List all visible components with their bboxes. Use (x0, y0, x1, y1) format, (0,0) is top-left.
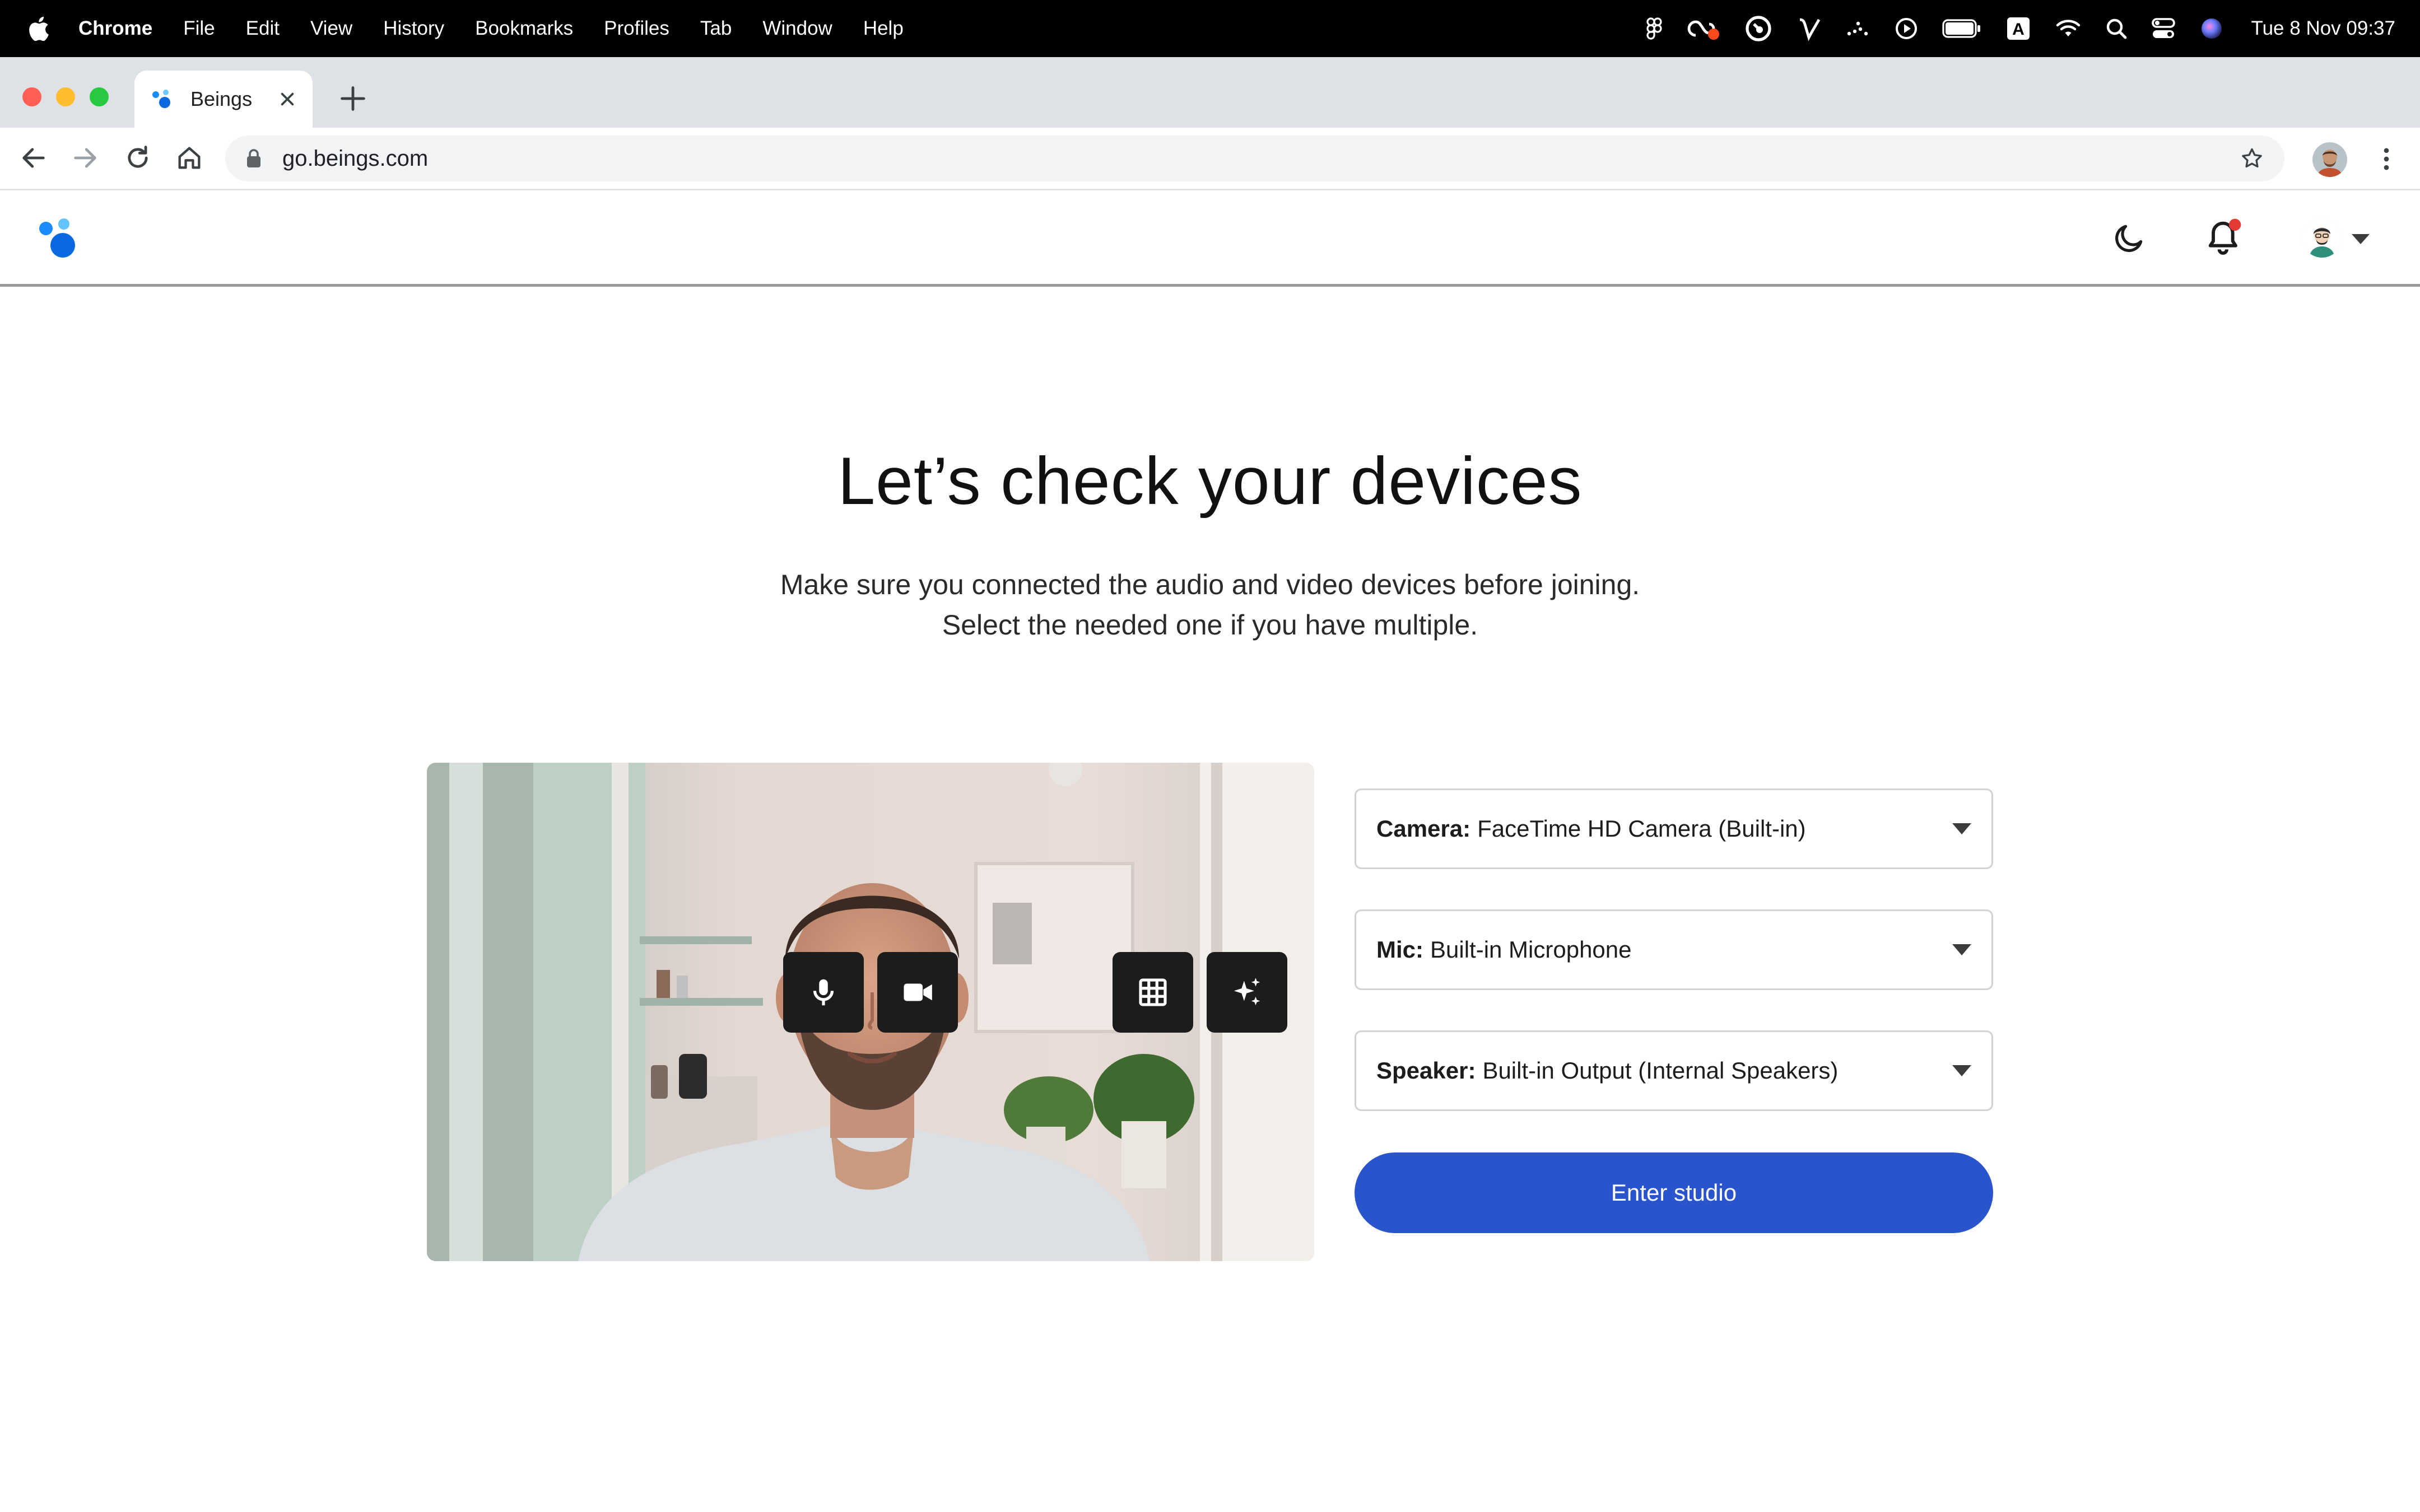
speaker-select-value: Built-in Output (Internal Speakers) (1482, 1057, 1839, 1084)
figma-icon[interactable] (1646, 17, 1662, 40)
chrome-profile-avatar[interactable] (2312, 142, 2347, 177)
user-avatar[interactable] (2302, 218, 2342, 258)
new-tab-icon[interactable] (338, 84, 367, 113)
chevron-down-icon (1952, 944, 1971, 955)
beings-logo-icon[interactable] (38, 216, 81, 261)
tab-close-icon[interactable] (279, 91, 296, 108)
mic-select[interactable]: Mic: Built-in Microphone (1355, 909, 1993, 990)
page-title: Let’s check your devices (837, 444, 1583, 519)
menu-view[interactable]: View (310, 17, 352, 40)
menu-help[interactable]: Help (863, 17, 904, 40)
menu-edit[interactable]: Edit (246, 17, 280, 40)
camera-select-value: FaceTime HD Camera (Built-in) (1477, 815, 1806, 842)
creative-cloud-icon[interactable] (1687, 16, 1720, 41)
menu-clock[interactable]: Tue 8 Nov 09:37 (2251, 17, 2395, 40)
camera-select-label: Camera: (1376, 815, 1471, 842)
dots-icon[interactable] (1846, 20, 1870, 37)
bookmark-star-icon[interactable] (2240, 146, 2264, 171)
window-minimize-button[interactable] (56, 87, 75, 106)
chevron-down-icon (1952, 1065, 1971, 1076)
camera-select[interactable]: Camera: FaceTime HD Camera (Built-in) (1355, 788, 1993, 869)
subtitle-line-2: Select the needed one if you have multip… (942, 609, 1478, 641)
window-close-button[interactable] (22, 87, 41, 106)
home-icon[interactable] (175, 143, 204, 172)
video-camera-icon (904, 983, 932, 1001)
menu-profiles[interactable]: Profiles (604, 17, 669, 40)
control-center-icon[interactable] (2151, 18, 2175, 39)
menu-file[interactable]: File (183, 17, 215, 40)
notifications-bell-icon[interactable] (2205, 217, 2244, 258)
back-arrow-icon[interactable] (19, 143, 48, 172)
menu-window[interactable]: Window (762, 17, 832, 40)
menu-bookmarks[interactable]: Bookmarks (475, 17, 573, 40)
mic-select-value: Built-in Microphone (1430, 936, 1632, 963)
address-bar[interactable]: go.beings.com (225, 136, 2284, 181)
beings-favicon-icon (152, 90, 170, 108)
spotlight-icon[interactable] (2106, 18, 2127, 39)
reload-icon[interactable] (123, 143, 152, 172)
chevron-down-icon (1952, 823, 1971, 834)
app-header (0, 190, 2420, 287)
window-zoom-button[interactable] (90, 87, 109, 106)
chrome-menu-kebab-icon[interactable] (2372, 144, 2401, 174)
notification-dot (2229, 218, 2241, 231)
url-text[interactable]: go.beings.com (282, 146, 2240, 171)
input-source-icon[interactable]: A (2006, 16, 2031, 41)
apple-icon[interactable] (26, 15, 50, 42)
lock-icon[interactable] (245, 148, 262, 169)
play-icon[interactable] (1895, 17, 1918, 40)
browser-tab-strip: Beings (0, 57, 2420, 128)
menu-tab[interactable]: Tab (700, 17, 732, 40)
dark-mode-moon-icon[interactable] (2112, 221, 2147, 255)
wifi-icon[interactable] (2055, 18, 2081, 39)
microphone-icon (813, 979, 834, 1006)
menu-history[interactable]: History (383, 17, 444, 40)
mic-select-label: Mic: (1376, 936, 1423, 963)
visual-effects-button[interactable] (1207, 952, 1287, 1033)
macos-menu-bar: Chrome File Edit View History Bookmarks … (0, 0, 2420, 57)
page-subtitle: Make sure you connected the audio and vi… (0, 564, 2420, 645)
browser-tab[interactable]: Beings (134, 71, 313, 128)
tab-title: Beings (190, 87, 253, 110)
sparkle-effects-icon (1234, 978, 1260, 1006)
clockify-icon[interactable] (1745, 15, 1772, 42)
battery-icon (1942, 19, 1981, 38)
siri-icon[interactable] (2200, 17, 2223, 40)
input-source-letter: A (2012, 20, 2025, 39)
speaker-select-label: Speaker: (1376, 1057, 1476, 1084)
toggle-mic-button[interactable] (783, 952, 864, 1033)
subtitle-line-1: Make sure you connected the audio and vi… (780, 569, 1640, 600)
user-menu-chevron-down-icon[interactable] (2351, 233, 2371, 245)
browser-toolbar: go.beings.com (0, 128, 2420, 190)
toggle-camera-button[interactable] (877, 952, 958, 1033)
forward-arrow-icon[interactable] (71, 143, 100, 172)
vectorworks-icon[interactable] (1797, 16, 1821, 41)
speaker-select[interactable]: Speaker: Built-in Output (Internal Speak… (1355, 1030, 1993, 1111)
grid-layout-icon (1139, 978, 1167, 1006)
layout-grid-button[interactable] (1113, 952, 1193, 1033)
enter-studio-button[interactable]: Enter studio (1355, 1152, 1993, 1233)
menu-app-name[interactable]: Chrome (78, 17, 152, 40)
